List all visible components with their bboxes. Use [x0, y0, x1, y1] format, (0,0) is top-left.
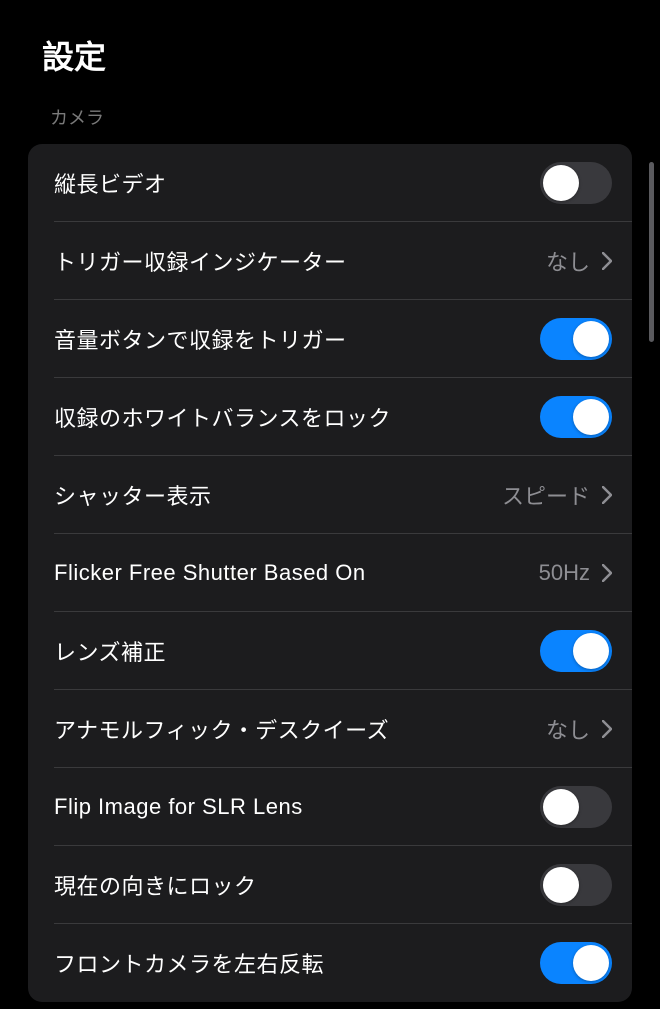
toggle-knob — [573, 399, 609, 435]
toggle-knob — [573, 945, 609, 981]
chevron-right-icon — [602, 486, 612, 504]
row-flicker-free[interactable]: Flicker Free Shutter Based On 50Hz — [28, 534, 632, 612]
toggle-knob — [573, 633, 609, 669]
row-label: 現在の向きにロック — [54, 869, 257, 901]
row-right: スピード — [502, 479, 612, 511]
row-label: 収録のホワイトバランスをロック — [54, 401, 391, 433]
toggle-front-mirror[interactable] — [540, 942, 612, 984]
row-label: レンズ補正 — [54, 635, 166, 667]
toggle-knob — [543, 165, 579, 201]
row-front-mirror[interactable]: フロントカメラを左右反転 — [28, 924, 632, 1002]
row-right: なし — [546, 245, 612, 277]
row-label: Flip Image for SLR Lens — [54, 794, 303, 820]
toggle-orientation-lock[interactable] — [540, 864, 612, 906]
row-lens-correction[interactable]: レンズ補正 — [28, 612, 632, 690]
row-orientation-lock[interactable]: 現在の向きにロック — [28, 846, 632, 924]
row-value: スピード — [502, 479, 590, 511]
row-whitebalance-lock[interactable]: 収録のホワイトバランスをロック — [28, 378, 632, 456]
row-anamorphic[interactable]: アナモルフィック・デスクイーズ なし — [28, 690, 632, 768]
row-value: なし — [546, 713, 590, 745]
row-volume-trigger[interactable]: 音量ボタンで収録をトリガー — [28, 300, 632, 378]
section-label-camera: カメラ — [0, 96, 660, 144]
chevron-right-icon — [602, 720, 612, 738]
row-label: Flicker Free Shutter Based On — [54, 560, 366, 586]
toggle-knob — [543, 867, 579, 903]
row-label: アナモルフィック・デスクイーズ — [54, 713, 389, 745]
header: 設定 — [0, 0, 660, 96]
row-value: 50Hz — [539, 560, 590, 586]
row-shutter-display[interactable]: シャッター表示 スピード — [28, 456, 632, 534]
toggle-knob — [543, 789, 579, 825]
row-value: なし — [546, 245, 590, 277]
toggle-knob — [573, 321, 609, 357]
toggle-volume-trigger[interactable] — [540, 318, 612, 360]
chevron-right-icon — [602, 252, 612, 270]
row-portrait-video[interactable]: 縦長ビデオ — [28, 144, 632, 222]
toggle-lens-correction[interactable] — [540, 630, 612, 672]
settings-panel: 縦長ビデオ トリガー収録インジケーター なし 音量ボタンで収録をトリガー 収録の… — [28, 144, 632, 1002]
row-right: なし — [546, 713, 612, 745]
row-label: シャッター表示 — [54, 479, 212, 511]
toggle-whitebalance-lock[interactable] — [540, 396, 612, 438]
row-trigger-indicator[interactable]: トリガー収録インジケーター なし — [28, 222, 632, 300]
row-label: 縦長ビデオ — [54, 167, 167, 199]
row-flip-slr[interactable]: Flip Image for SLR Lens — [28, 768, 632, 846]
scroll-indicator[interactable] — [649, 162, 654, 342]
chevron-right-icon — [602, 564, 612, 582]
page-title: 設定 — [42, 32, 660, 78]
toggle-portrait-video[interactable] — [540, 162, 612, 204]
row-right: 50Hz — [539, 560, 612, 586]
toggle-flip-slr[interactable] — [540, 786, 612, 828]
row-label: フロントカメラを左右反転 — [54, 947, 324, 979]
row-label: 音量ボタンで収録をトリガー — [54, 323, 347, 355]
row-label: トリガー収録インジケーター — [54, 245, 347, 277]
